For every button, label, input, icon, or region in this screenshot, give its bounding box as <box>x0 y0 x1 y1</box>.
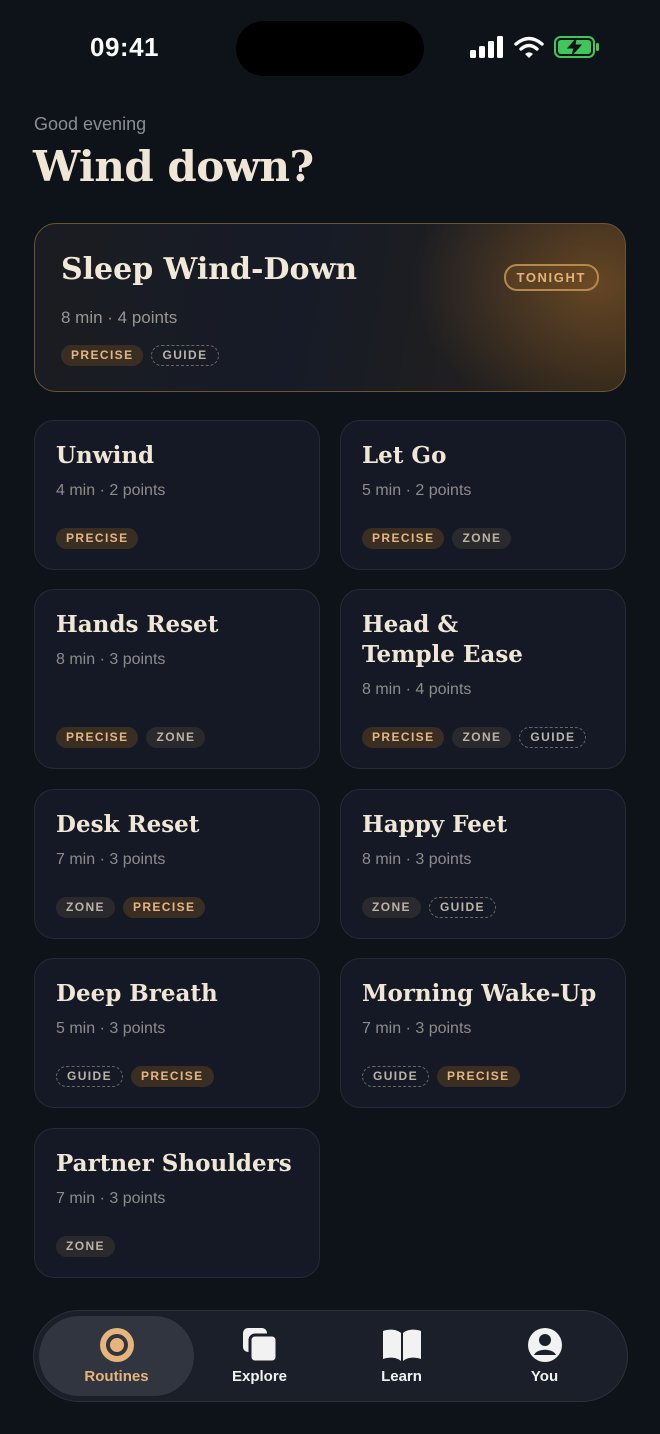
featured-title: Sleep Wind-Down <box>61 252 358 287</box>
routine-title: Hands Reset <box>56 611 219 638</box>
wifi-icon <box>514 36 544 58</box>
person-icon <box>527 1328 562 1362</box>
tag-zone: ZONE <box>452 528 512 549</box>
routine-meta: 7 min · 3 points <box>56 1190 166 1207</box>
tag-precise: PRECISE <box>56 727 139 748</box>
routine-tags: ZONE GUIDE <box>362 897 496 918</box>
routine-title: Happy Feet <box>362 811 508 838</box>
battery-charging-icon <box>554 36 599 58</box>
page-title: Wind down? <box>33 142 314 191</box>
routine-meta: 8 min · 3 points <box>362 851 472 868</box>
tag-precise: PRECISE <box>362 528 445 549</box>
tab-explore[interactable]: Explore <box>182 1316 337 1396</box>
routine-title: Unwind <box>56 442 155 469</box>
greeting-text: Good evening <box>34 114 147 134</box>
featured-meta: 8 min · 4 points <box>61 308 178 327</box>
routine-card-deep-breath[interactable]: Deep Breath 5 min · 3 points GUIDE PRECI… <box>34 958 320 1108</box>
routine-meta: 8 min · 4 points <box>362 681 472 698</box>
routine-title-line-2: Temple Ease <box>362 641 523 668</box>
cellular-signal-icon <box>470 36 503 58</box>
tab-learn[interactable]: Learn <box>324 1316 479 1396</box>
tab-routines[interactable]: Routines <box>39 1316 194 1396</box>
status-icons <box>470 36 600 58</box>
tab-label: Explore <box>231 1368 288 1385</box>
tag-zone: ZONE <box>452 727 512 748</box>
routine-tags: PRECISE ZONE GUIDE <box>362 727 587 748</box>
routine-title: Morning Wake-Up <box>362 980 597 1007</box>
stacked-cards-icon <box>242 1328 278 1363</box>
featured-routine-card[interactable]: Sleep Wind-Down TONIGHT 8 min · 4 points… <box>34 223 626 392</box>
tag-precise: PRECISE <box>122 897 206 918</box>
routine-card-desk-reset[interactable]: Desk Reset 7 min · 3 points ZONE PRECISE <box>34 789 320 939</box>
routine-title: Let Go <box>362 442 447 469</box>
status-time: 09:41 <box>90 32 159 62</box>
routine-tags: PRECISE ZONE <box>56 727 206 748</box>
routine-title: Partner Shoulders <box>56 1150 292 1177</box>
bottom-tab-bar: Routines Explore Learn You <box>33 1310 628 1402</box>
routine-card-happy-feet[interactable]: Happy Feet 8 min · 3 points ZONE GUIDE <box>340 789 626 939</box>
routine-title: Deep Breath <box>56 980 218 1007</box>
routine-tags: ZONE <box>56 1236 115 1257</box>
tag-zone: ZONE <box>56 897 115 918</box>
tag-precise: PRECISE <box>362 727 445 748</box>
tag-precise: PRECISE <box>56 528 139 549</box>
tag-precise: PRECISE <box>131 1066 214 1087</box>
routines-screen: 09:41 Good evening Wind down? Sleep Wind… <box>0 0 660 1434</box>
tag-zone: ZONE <box>146 727 206 748</box>
open-book-icon <box>382 1329 421 1361</box>
routine-meta: 7 min · 3 points <box>56 851 166 868</box>
routine-tags: PRECISE ZONE <box>362 528 512 549</box>
routine-tags: GUIDE PRECISE <box>362 1066 520 1087</box>
routine-card-partner-shoulders[interactable]: Partner Shoulders 7 min · 3 points ZONE <box>34 1128 320 1278</box>
tag-guide: GUIDE <box>56 1066 124 1087</box>
tab-label: Routines <box>84 1368 149 1385</box>
tag-guide: GUIDE <box>151 345 219 366</box>
tag-precise: PRECISE <box>437 1066 520 1087</box>
routine-card-unwind[interactable]: Unwind 4 min · 2 points PRECISE <box>34 420 320 570</box>
tag-zone: ZONE <box>56 1236 115 1257</box>
routine-title: Head & Temple Ease <box>362 610 612 670</box>
routine-title-line-1: Head & <box>362 611 459 638</box>
dynamic-island <box>236 21 424 76</box>
routine-meta: 5 min · 3 points <box>56 1020 166 1037</box>
tab-label: Learn <box>381 1368 422 1385</box>
tag-zone: ZONE <box>362 897 421 918</box>
routine-tags: PRECISE <box>56 528 139 549</box>
tag-precise: PRECISE <box>61 345 144 366</box>
routine-title: Desk Reset <box>56 811 200 838</box>
routine-tags: GUIDE PRECISE <box>56 1066 214 1087</box>
tag-guide: GUIDE <box>362 1066 430 1087</box>
routine-meta: 4 min · 2 points <box>56 482 166 499</box>
routine-meta: 8 min · 3 points <box>56 651 166 668</box>
routine-card-let-go[interactable]: Let Go 5 min · 2 points PRECISE ZONE <box>340 420 626 570</box>
tab-you[interactable]: You <box>467 1316 622 1396</box>
routine-meta: 7 min · 3 points <box>362 1020 472 1037</box>
routine-meta: 5 min · 2 points <box>362 482 472 499</box>
tag-guide: GUIDE <box>519 727 587 748</box>
routine-card-head-temple-ease[interactable]: Head & Temple Ease 8 min · 4 points PREC… <box>340 589 626 769</box>
tab-label: You <box>530 1368 559 1385</box>
target-icon <box>99 1328 134 1362</box>
routine-card-morning-wake-up[interactable]: Morning Wake-Up 7 min · 3 points GUIDE P… <box>340 958 626 1108</box>
featured-tags: PRECISE GUIDE <box>61 345 219 366</box>
tag-guide: GUIDE <box>428 897 496 918</box>
tonight-badge: TONIGHT <box>503 264 599 291</box>
routine-card-hands-reset[interactable]: Hands Reset 8 min · 3 points PRECISE ZON… <box>34 589 320 769</box>
routine-tags: ZONE PRECISE <box>56 897 206 918</box>
